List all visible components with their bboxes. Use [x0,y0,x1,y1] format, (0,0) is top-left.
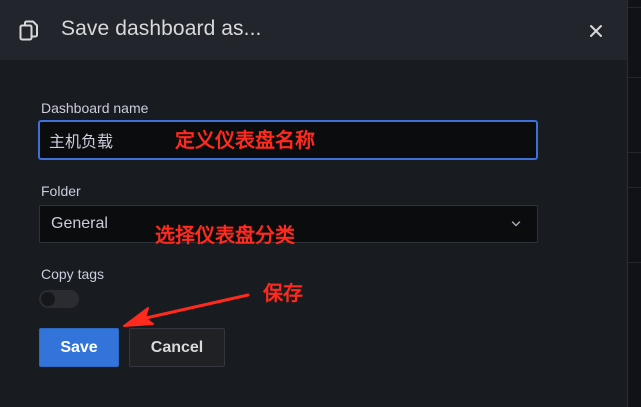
background-divider [627,77,641,78]
dialog-header: Save dashboard as... [0,0,627,60]
copy-tags-toggle[interactable] [39,290,79,308]
dashboard-name-label: Dashboard name [41,100,149,116]
cancel-button[interactable]: Cancel [129,328,225,367]
background-dashboard [627,0,641,407]
copy-tags-label: Copy tags [41,266,105,282]
close-icon[interactable] [586,21,606,41]
chevron-down-icon [511,221,521,227]
screen: Save dashboard as... Dashboard name Fold… [0,0,641,407]
folder-label: Folder [41,183,81,199]
dialog-title: Save dashboard as... [61,17,262,40]
annotation-name-note: 定义仪表盘名称 [175,128,315,152]
background-divider [627,152,641,153]
toggle-knob [41,292,55,306]
background-divider [627,187,641,188]
annotation-folder-note: 选择仪表盘分类 [155,223,295,247]
save-dashboard-dialog: Save dashboard as... Dashboard name Fold… [0,0,628,407]
background-divider [627,262,641,263]
annotation-arrow-icon [123,293,250,327]
annotation-save-note: 保存 [263,281,303,305]
folder-selected-value: General [51,215,108,232]
background-divider [627,7,641,8]
copy-icon [19,20,38,41]
save-button[interactable]: Save [39,328,119,367]
